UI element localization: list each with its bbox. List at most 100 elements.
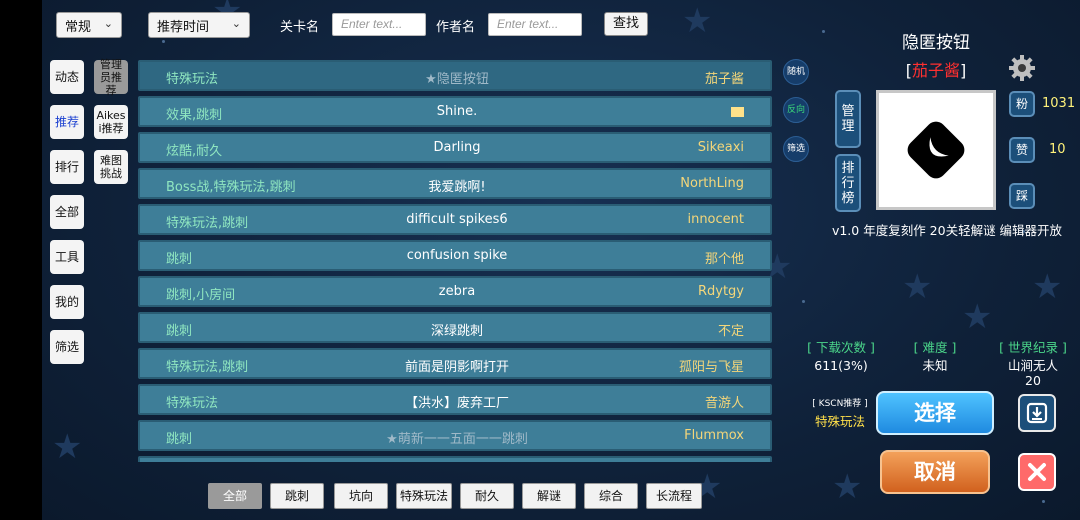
level-author: Rdytgy — [697, 284, 744, 299]
download-button[interactable] — [1018, 394, 1056, 432]
nav-recommended[interactable]: 推荐 — [50, 105, 84, 139]
level-author-box — [731, 107, 744, 117]
manage-button-label: 管理 — [841, 104, 855, 134]
level-name: zebra — [438, 284, 476, 299]
level-name: Darling — [433, 140, 481, 155]
level-name: confusion spike — [406, 248, 508, 263]
level-name: 我爱跳啊! — [428, 180, 486, 195]
level-author: 音游人 — [704, 396, 744, 411]
nav-tools[interactable]: 工具 — [50, 240, 84, 274]
level-row[interactable]: 特殊玩法 ★隐匿按钮 茄子酱 — [138, 60, 772, 91]
mode-select-value: 常规 — [65, 19, 92, 35]
nav-filter[interactable]: 筛选 — [50, 330, 84, 364]
level-name: 前面是阴影啊打开 — [404, 360, 509, 375]
nav-activity[interactable]: 动态 — [50, 60, 84, 94]
level-row[interactable]: 跳刺,小房间 zebra Rdytgy — [138, 276, 772, 307]
difficulty-value: 未知 — [922, 358, 948, 373]
kscn-label: [ KSCN推荐 ] — [812, 399, 868, 409]
downloads-value: 611(3%) — [814, 358, 868, 373]
level-row[interactable]: 特殊玩法,跳刺 difficult spikes6 innocent — [138, 204, 772, 235]
nav-mine[interactable]: 我的 — [50, 285, 84, 319]
close-icon — [1028, 463, 1046, 481]
level-preview-icon — [907, 121, 965, 179]
cancel-button[interactable]: 取消 — [880, 450, 990, 494]
nav-hard-challenge[interactable]: 难图挑战 — [94, 150, 128, 184]
category-spike-jump[interactable]: 跳刺 — [270, 483, 324, 509]
world-record-number: 20 — [1025, 373, 1041, 388]
world-record-heading: [ 世界纪录 ] — [999, 340, 1067, 355]
level-description: v1.0 年度复刻作 20关轻解谜 编辑器开放 — [831, 223, 1063, 238]
leaderboard-button-label: 排行榜 — [841, 160, 855, 206]
nav-ranking[interactable]: 排行 — [50, 150, 84, 184]
star-decoration: ★ — [682, 1, 713, 41]
level-name: 【洪水】废弃工厂 — [404, 396, 509, 411]
downloads-heading: [ 下载次数 ] — [807, 340, 875, 355]
world-record-value: 山涧无人 20 — [990, 358, 1076, 388]
level-name-label: 关卡名 — [280, 20, 320, 35]
level-author-name[interactable]: 茄子酱 — [912, 61, 960, 80]
mode-select[interactable]: 常规 ⌄ — [56, 12, 122, 38]
level-name-input[interactable]: Enter text... — [332, 13, 426, 36]
filter-round-button[interactable]: 筛选 — [783, 136, 809, 162]
level-row[interactable]: 跳刺 深绿跳刺 不定 — [138, 312, 772, 343]
category-mixed[interactable]: 综合 — [584, 483, 638, 509]
chevron-down-icon: ⌄ — [231, 17, 241, 30]
level-author: Flummox — [684, 428, 744, 443]
category-special[interactable]: 特殊玩法 — [396, 483, 452, 509]
level-author: innocent — [687, 212, 744, 227]
random-button[interactable]: 随机 — [783, 59, 809, 85]
leaderboard-button[interactable]: 排行榜 — [835, 154, 861, 212]
level-author: Sikeaxi — [697, 140, 744, 155]
gear-icon[interactable] — [1008, 54, 1036, 82]
find-button[interactable]: 查找 — [604, 12, 648, 36]
category-endurance[interactable]: 耐久 — [460, 483, 514, 509]
star-decoration: ★ — [1032, 267, 1063, 307]
star-decoration: ★ — [832, 467, 863, 507]
level-title: 隐匿按钮 — [902, 33, 970, 53]
manage-button[interactable]: 管理 — [835, 90, 861, 148]
level-list[interactable]: 特殊玩法 ★隐匿按钮 茄子酱 效果,跳刺 Shine. 炫酷,耐久 Darlin… — [138, 58, 772, 462]
level-row[interactable]: 炫酷,耐久 Darling Sikeaxi — [138, 132, 772, 163]
dislike-button[interactable]: 踩 — [1009, 183, 1035, 209]
level-author: 那个他 — [704, 252, 744, 267]
nav-admin-recommend[interactable]: 管理员推荐 — [94, 58, 128, 97]
chevron-down-icon: ⌄ — [103, 17, 113, 30]
level-name: ★萌新一一五面一一跳刺 — [386, 432, 528, 447]
level-row[interactable] — [138, 456, 772, 462]
star-dot — [162, 40, 165, 43]
kscn-recommend: [ KSCN推荐 ] 特殊玩法 — [802, 396, 878, 430]
level-row[interactable]: Boss战,特殊玩法,跳刺 我爱跳啊! NorthLing — [138, 168, 772, 199]
level-author: NorthLing — [680, 176, 744, 191]
sort-select-value: 推荐时间 — [157, 19, 210, 35]
author-name-input[interactable]: Enter text... — [488, 13, 582, 36]
level-row[interactable]: 跳刺 confusion spike 那个他 — [138, 240, 772, 271]
close-button[interactable] — [1018, 453, 1056, 491]
fans-button[interactable]: 粉 — [1009, 91, 1035, 117]
select-button[interactable]: 选择 — [876, 391, 994, 435]
star-decoration: ★ — [52, 427, 83, 467]
category-all[interactable]: 全部 — [208, 483, 262, 509]
nav-aikesi-recommend[interactable]: Aikesi推荐 — [94, 105, 128, 139]
kscn-value: 特殊玩法 — [814, 414, 865, 429]
level-author: 孤阳与飞星 — [678, 360, 744, 375]
star-dot — [802, 300, 805, 303]
like-button[interactable]: 赞 — [1009, 137, 1035, 163]
reverse-button[interactable]: 反向 — [783, 97, 809, 123]
nav-all[interactable]: 全部 — [50, 195, 84, 229]
star-decoration: ★ — [962, 297, 993, 337]
level-row[interactable]: 特殊玩法,跳刺 前面是阴影啊打开 孤阳与飞星 — [138, 348, 772, 379]
level-author: 茄子酱 — [704, 72, 744, 87]
category-puzzle[interactable]: 解谜 — [522, 483, 576, 509]
level-row[interactable]: 特殊玩法 【洪水】废弃工厂 音游人 — [138, 384, 772, 415]
level-row[interactable]: 跳刺 ★萌新一一五面一一跳刺 Flummox — [138, 420, 772, 451]
category-long[interactable]: 长流程 — [646, 483, 702, 509]
sort-select[interactable]: 推荐时间 ⌄ — [148, 12, 250, 38]
game-screen: ★ ★ ★ ★ ★ ★ ★ ★ ★ ★ 常规 ⌄ 推荐时间 ⌄ 关卡名 Ente… — [42, 0, 1080, 520]
level-name: 深绿跳刺 — [430, 324, 483, 339]
level-name: ★隐匿按钮 — [425, 72, 489, 87]
level-author-line: [茄子酱] — [905, 61, 967, 80]
category-trap[interactable]: 坑向 — [334, 483, 388, 509]
download-icon — [1026, 402, 1048, 424]
level-row[interactable]: 效果,跳刺 Shine. — [138, 96, 772, 127]
star-dot — [822, 30, 825, 33]
